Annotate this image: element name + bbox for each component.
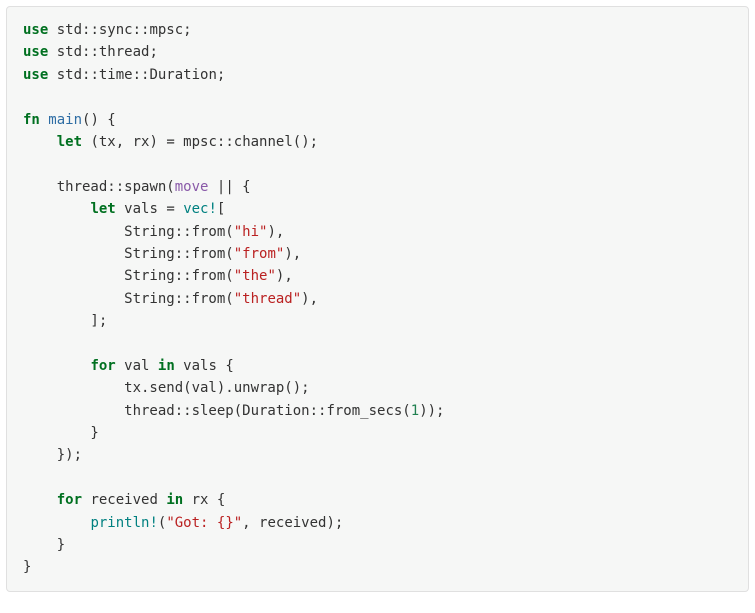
code-block: use std::sync::mpsc; use std::thread; us… (6, 6, 749, 592)
code-content: use std::sync::mpsc; use std::thread; us… (23, 22, 444, 575)
